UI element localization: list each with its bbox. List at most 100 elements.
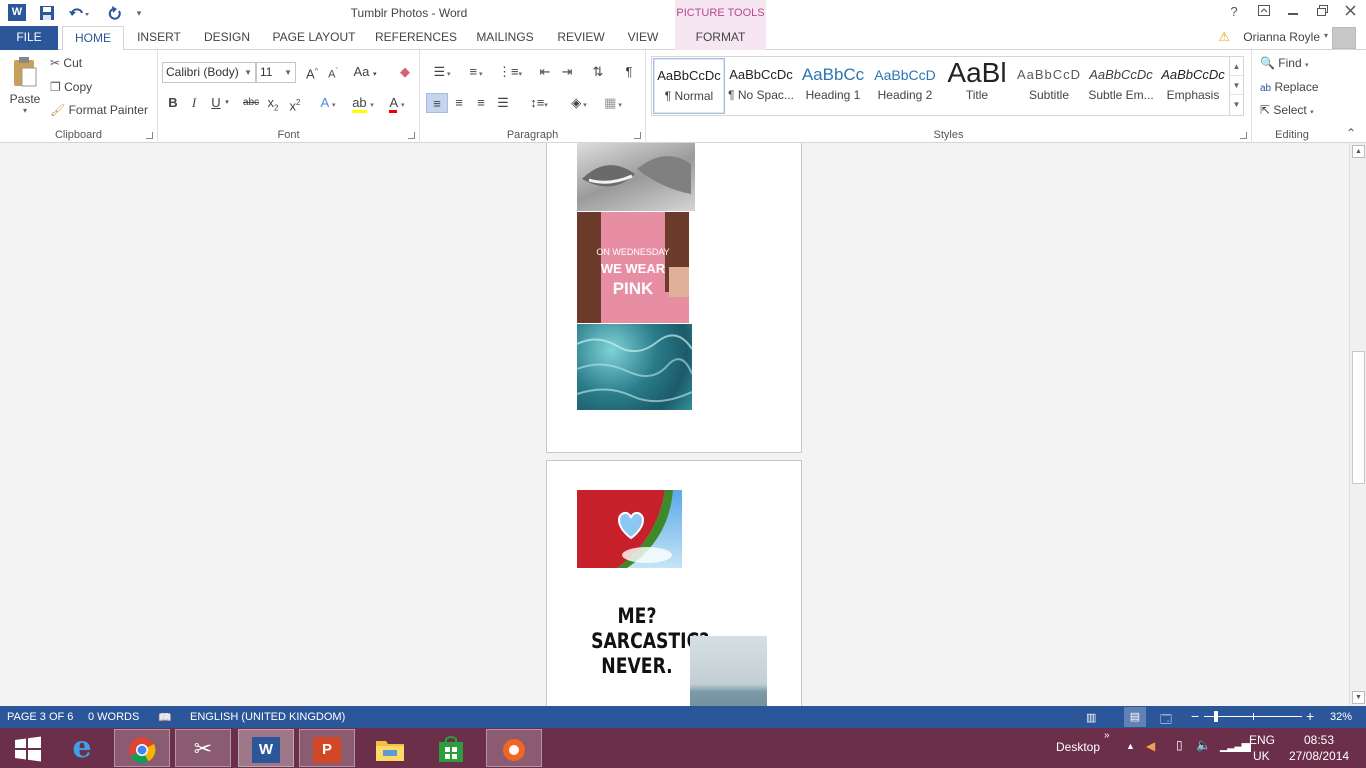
decrease-indent-icon[interactable]: ⇤	[534, 62, 556, 82]
language-indicator[interactable]: ENGLISH (UNITED KINGDOM)	[190, 711, 345, 723]
tab-home[interactable]: HOME	[62, 26, 124, 51]
app-icon[interactable]	[486, 729, 542, 767]
zoom-slider-thumb[interactable]	[1213, 711, 1218, 722]
align-right-icon[interactable]: ≡	[470, 93, 492, 113]
photo-water[interactable]	[577, 324, 692, 410]
tab-references[interactable]: REFERENCES	[372, 26, 460, 50]
tab-design[interactable]: DESIGN	[198, 26, 256, 50]
highlight-color-icon[interactable]: ab ▾	[348, 93, 378, 113]
restore-icon[interactable]	[1310, 2, 1334, 22]
sarcastic-quote[interactable]: ME? SARCASTIC? NEVER.	[591, 604, 709, 679]
photo-pink-sweater[interactable]: ON WEDNESDAY WE WEAR PINK	[577, 212, 689, 323]
line-spacing-icon[interactable]: ↕≡▾	[524, 93, 554, 113]
clock-time[interactable]: 08:53	[1304, 733, 1334, 747]
chrome-icon[interactable]	[114, 729, 170, 767]
start-icon[interactable]	[0, 729, 56, 767]
cut-button[interactable]: ✂ Cut	[50, 56, 82, 70]
vertical-scrollbar[interactable]: ▲ ▼	[1349, 143, 1366, 706]
text-effects-icon[interactable]: A ▾	[314, 93, 342, 113]
file-explorer-icon[interactable]	[362, 729, 418, 767]
tab-file[interactable]: FILE	[0, 26, 58, 50]
minimize-icon[interactable]	[1281, 2, 1305, 22]
read-mode-icon[interactable]: ▥	[1086, 711, 1096, 724]
font-name-combo[interactable]: Calibri (Body) ▼	[162, 62, 256, 83]
bold-icon[interactable]: B	[162, 93, 184, 113]
close-icon[interactable]	[1338, 2, 1362, 22]
tab-view[interactable]: VIEW	[620, 26, 666, 50]
multilevel-list-icon[interactable]: ⋮≡▾	[494, 62, 526, 82]
zoom-level[interactable]: 32%	[1330, 711, 1352, 723]
collapse-ribbon-icon[interactable]: ⌃	[1346, 126, 1356, 140]
paragraph-launcher-icon[interactable]	[634, 132, 641, 139]
powerpoint-icon[interactable]: P	[299, 729, 355, 767]
photo-sea[interactable]	[690, 636, 767, 706]
show-paragraph-marks-icon[interactable]: ¶	[618, 62, 640, 82]
tab-review[interactable]: REVIEW	[552, 26, 610, 50]
input-region[interactable]: UK	[1253, 749, 1270, 763]
flash-icon[interactable]: ◀	[1146, 739, 1155, 753]
photo-watermelon-heart[interactable]	[577, 490, 682, 568]
paste-button[interactable]: Paste ▾	[8, 56, 42, 122]
help-icon[interactable]: ?	[1222, 2, 1246, 22]
zoom-out-icon[interactable]: −	[1191, 708, 1199, 724]
shading-icon[interactable]: ◈ ▾	[564, 93, 594, 113]
word-count[interactable]: 0 WORDS	[88, 711, 139, 723]
font-color-icon[interactable]: A ▾	[382, 93, 412, 113]
internet-explorer-icon[interactable]: e	[54, 729, 110, 767]
scroll-thumb[interactable]	[1352, 351, 1365, 484]
clear-formatting-icon[interactable]: ◆	[394, 62, 416, 82]
document-area[interactable]: ON WEDNESDAY WE WEAR PINK ME? SARCASTIC? N…	[0, 143, 1349, 706]
tab-page-layout[interactable]: PAGE LAYOUT	[266, 26, 362, 50]
photo-lips[interactable]	[577, 143, 695, 211]
document-page[interactable]: ON WEDNESDAY WE WEAR PINK	[546, 143, 802, 453]
align-left-icon[interactable]: ≡	[426, 93, 448, 113]
subscript-icon[interactable]: x2	[262, 93, 284, 113]
tab-mailings[interactable]: MAILINGS	[470, 26, 540, 50]
battery-icon[interactable]: ▯	[1176, 738, 1183, 752]
styles-launcher-icon[interactable]	[1240, 132, 1247, 139]
avatar[interactable]	[1332, 27, 1356, 49]
borders-icon[interactable]: ▦ ▾	[598, 93, 628, 113]
page-count[interactable]: PAGE 3 OF 6	[7, 711, 73, 723]
style-normal[interactable]: AaBbCcDc ¶ Normal	[653, 58, 725, 114]
italic-icon[interactable]: I	[183, 93, 205, 113]
style-heading-2[interactable]: AaBbCcD Heading 2	[869, 58, 941, 114]
format-painter-button[interactable]: 🖌 Format Painter	[50, 103, 148, 117]
change-case-icon[interactable]: Aa ▾	[350, 62, 380, 82]
toolbar-expand-icon[interactable]: »	[1104, 730, 1110, 741]
strikethrough-icon[interactable]: abc	[240, 93, 262, 113]
font-launcher-icon[interactable]	[408, 132, 415, 139]
scroll-down-icon[interactable]: ▼	[1352, 691, 1365, 704]
gallery-down-icon[interactable]: ▼	[1230, 76, 1243, 95]
ribbon-display-icon[interactable]	[1252, 2, 1276, 22]
store-icon[interactable]	[423, 729, 479, 767]
tab-insert[interactable]: INSERT	[130, 26, 188, 50]
numbering-icon[interactable]: ≡ ▾	[460, 62, 492, 82]
font-size-combo[interactable]: 11 ▼	[256, 62, 296, 83]
shrink-font-icon[interactable]: Aˇ	[322, 62, 344, 82]
bullets-icon[interactable]: ☰ ▾	[426, 62, 458, 82]
style-no-spacing[interactable]: AaBbCcDc ¶ No Spac...	[725, 58, 797, 114]
tab-format[interactable]: FORMAT	[675, 26, 766, 50]
style-title[interactable]: AaBl Title	[941, 58, 1013, 114]
underline-dropdown-icon[interactable]: ▾	[222, 93, 232, 113]
select-button[interactable]: ⇱ Select ▾	[1260, 103, 1314, 117]
zoom-in-icon[interactable]: +	[1306, 708, 1314, 724]
sort-icon[interactable]: ⇅	[587, 62, 609, 82]
replace-button[interactable]: ab Replace	[1260, 80, 1319, 94]
style-subtle-emphasis[interactable]: AaBbCcDc Subtle Em...	[1085, 58, 1157, 114]
gallery-up-icon[interactable]: ▲	[1230, 57, 1243, 76]
clipboard-launcher-icon[interactable]	[146, 132, 153, 139]
volume-icon[interactable]: 🔈	[1196, 738, 1211, 752]
proofing-icon[interactable]: 📖	[158, 711, 172, 724]
style-subtitle[interactable]: AaBbCcD Subtitle	[1013, 58, 1085, 114]
input-language[interactable]: ENG	[1249, 733, 1275, 747]
scroll-up-icon[interactable]: ▲	[1352, 145, 1365, 158]
justify-icon[interactable]: ☰	[492, 93, 514, 113]
superscript-icon[interactable]: x2	[284, 93, 306, 113]
snipping-tool-icon[interactable]: ✂	[175, 729, 231, 767]
show-hidden-icons-icon[interactable]: ▲	[1126, 741, 1135, 751]
user-dropdown-icon[interactable]: ▾	[1324, 31, 1328, 40]
find-button[interactable]: 🔍 Find ▾	[1260, 56, 1309, 70]
document-page[interactable]: ME? SARCASTIC? NEVER.	[546, 460, 802, 706]
